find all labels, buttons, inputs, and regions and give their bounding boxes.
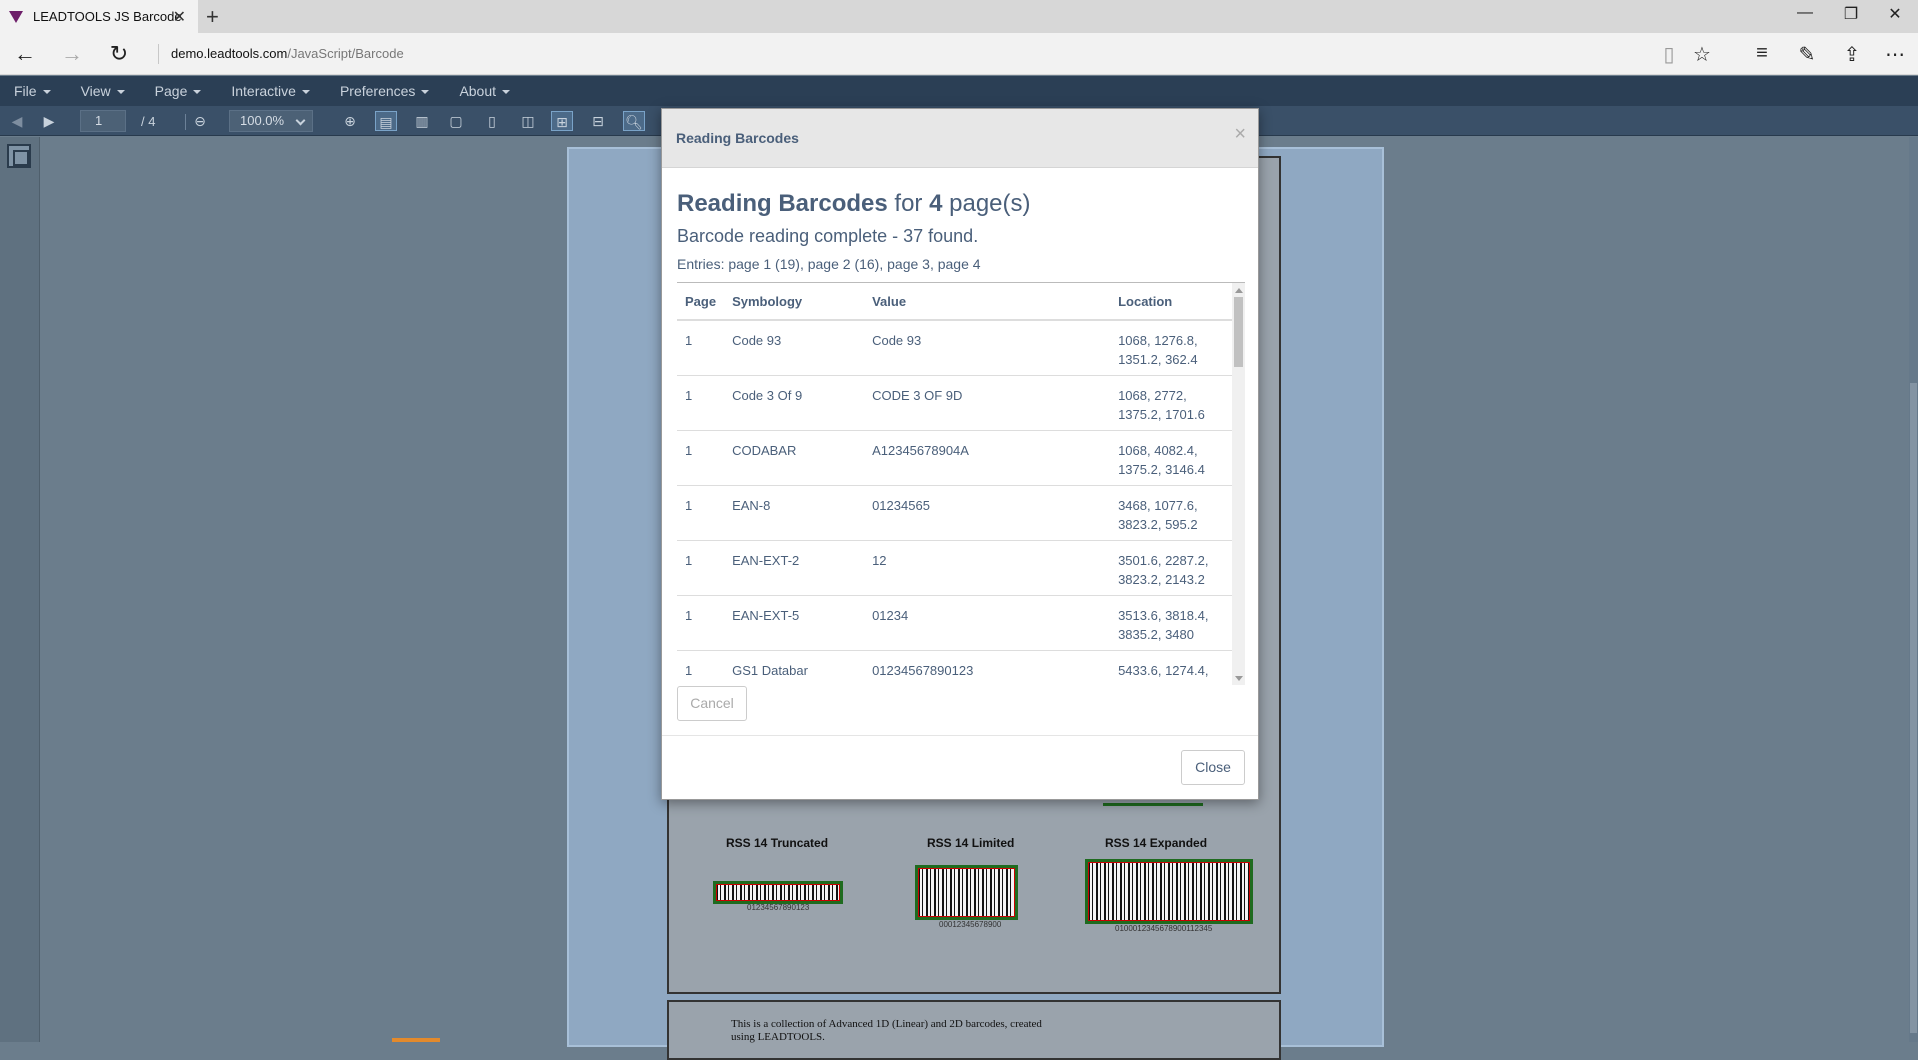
next-page-icon[interactable]: ▶ <box>38 111 60 131</box>
zoom-select[interactable]: 100.0% <box>229 110 313 132</box>
reading-view-icon[interactable]: ▯ <box>1655 42 1683 67</box>
column-header-page: Page <box>677 283 725 321</box>
table-row[interactable]: 1 CODABAR A12345678904A 1068, 4082.4, 137… <box>677 430 1232 486</box>
table-row[interactable]: 1 Code 3 Of 9 CODE 3 OF 9D 1068, 2772, 13… <box>677 375 1232 431</box>
minimize-icon[interactable]: — <box>1782 4 1828 22</box>
tab-close-icon[interactable]: ✕ <box>173 7 186 27</box>
dialog-footer: Close <box>662 735 1258 800</box>
table-row[interactable]: 1 EAN-EXT-5 01234 3513.6, 3818.4, 3835.2,… <box>677 595 1232 651</box>
barcode-image <box>915 865 1018 920</box>
scroll-up-icon[interactable] <box>1235 288 1243 293</box>
table-row[interactable]: 1 EAN-8 01234565 3468, 1077.6, 3823.2, 59… <box>677 485 1232 541</box>
menu-file[interactable]: File <box>14 76 51 106</box>
window-close-icon[interactable]: ✕ <box>1872 4 1918 24</box>
web-note-icon[interactable]: ✎ <box>1793 42 1821 67</box>
new-tab-icon[interactable]: + <box>206 4 219 30</box>
pan-icon[interactable]: ⊞ <box>551 111 573 131</box>
barcode-label: RSS 14 Expanded <box>1105 836 1208 850</box>
thumbnails-icon[interactable] <box>7 144 31 168</box>
app-menubar: File View Page Interactive Preferences A… <box>0 76 1918 106</box>
barcode-caption: 00012345678900 <box>939 920 1002 929</box>
menu-interactive[interactable]: Interactive <box>231 76 310 106</box>
refresh-icon[interactable]: ↻ <box>104 41 134 67</box>
status-text: Barcode reading complete - 37 found. <box>677 226 979 246</box>
share-icon[interactable]: ⇪ <box>1838 42 1866 67</box>
tab-title: LEADTOOLS JS Barcode <box>33 9 182 24</box>
address-bar: ← → ↻ demo.leadtools.com/JavaScript/Barc… <box>0 33 1918 75</box>
document-page-2: This is a collection of Advanced 1D (Lin… <box>667 1000 1281 1060</box>
fit-page-icon[interactable]: ▤ <box>375 111 397 131</box>
barcode-label: RSS 14 Limited <box>927 836 1015 850</box>
forward-icon[interactable]: → <box>57 41 87 67</box>
dialog-title: Reading Barcodes <box>676 130 799 146</box>
menu-view[interactable]: View <box>81 76 125 106</box>
browser-tab[interactable]: LEADTOOLS JS Barcode ✕ <box>0 0 198 33</box>
column-header-location: Location <box>1110 283 1232 321</box>
page-number-input[interactable]: 1 <box>80 110 126 132</box>
restore-icon[interactable]: ❐ <box>1828 4 1874 24</box>
results-table-container[interactable]: Page Symbology Value Location 1 Code 93 … <box>677 282 1245 685</box>
left-panel <box>0 137 40 1042</box>
url-field[interactable]: demo.leadtools.com/JavaScript/Barcode <box>171 46 404 61</box>
results-table: Page Symbology Value Location 1 Code 93 … <box>677 283 1232 685</box>
zoom-tool-icon[interactable]: 🔍︎ <box>623 111 645 131</box>
hub-icon[interactable]: ≡ <box>1748 42 1776 65</box>
single-page-icon[interactable]: ▯ <box>481 111 503 131</box>
barcode-label: RSS 14 Truncated <box>726 836 829 850</box>
table-row[interactable]: 1 GS1 Databar 01234567890123 5433.6, 127… <box>677 650 1232 685</box>
browser-tab-bar: LEADTOOLS JS Barcode ✕ + — ❐ ✕ <box>0 0 1918 33</box>
dialog-heading: Reading Barcodes for 4 page(s) <box>677 190 1031 217</box>
cancel-button[interactable]: Cancel <box>677 686 747 721</box>
document-intro-text: This is a collection of Advanced 1D (Lin… <box>731 1018 1042 1043</box>
menu-page[interactable]: Page <box>155 76 202 106</box>
zoom-out-icon[interactable]: ⊖ <box>189 111 211 131</box>
select-icon[interactable]: ⊟ <box>587 111 609 131</box>
menu-preferences[interactable]: Preferences <box>340 76 430 106</box>
leadtools-logo-icon <box>9 10 23 23</box>
close-button[interactable]: Close <box>1181 750 1245 785</box>
dialog-header: Reading Barcodes × <box>662 109 1258 168</box>
table-scrollbar[interactable] <box>1232 283 1245 685</box>
menu-about[interactable]: About <box>459 76 511 106</box>
barcode-caption: 0100012345678900112345 <box>1115 924 1213 933</box>
back-icon[interactable]: ← <box>10 41 40 67</box>
barcode-caption: 01234567890123 <box>747 903 810 912</box>
reading-barcodes-dialog: Reading Barcodes × Reading Barcodes for … <box>661 108 1259 800</box>
page-total: / 4 <box>141 114 156 129</box>
column-header-symbology: Symbology <box>724 283 865 321</box>
barcode-image <box>713 881 843 904</box>
column-header-value: Value <box>864 283 1111 321</box>
more-icon[interactable]: ⋯ <box>1881 42 1909 67</box>
zoom-in-icon[interactable]: ⊕ <box>339 111 361 131</box>
table-row[interactable]: 1 EAN-EXT-2 12 3501.6, 2287.2, 3823.2, 21… <box>677 540 1232 596</box>
double-page-icon[interactable]: ◫ <box>517 111 539 131</box>
scroll-down-icon[interactable] <box>1235 676 1243 681</box>
actual-size-icon[interactable]: ▢ <box>445 111 467 131</box>
dialog-close-icon[interactable]: × <box>1234 123 1246 146</box>
barcode-image <box>1085 859 1253 924</box>
entries-text: Entries: page 1 (19), page 2 (16), page … <box>677 256 981 272</box>
fit-width-icon[interactable]: ▥ <box>411 111 433 131</box>
dialog-body: Reading Barcodes for 4 page(s) Barcode r… <box>677 168 1245 685</box>
table-row[interactable]: 1 Code 93 Code 93 1068, 1276.8, 1351.2, 3… <box>677 320 1232 376</box>
previous-page-icon[interactable]: ◀ <box>6 111 28 131</box>
taskbar-indicator <box>392 1038 440 1042</box>
favorite-star-icon[interactable]: ☆ <box>1688 42 1716 67</box>
chevron-down-icon <box>295 115 306 126</box>
viewer-scrollbar[interactable] <box>1909 137 1918 1042</box>
